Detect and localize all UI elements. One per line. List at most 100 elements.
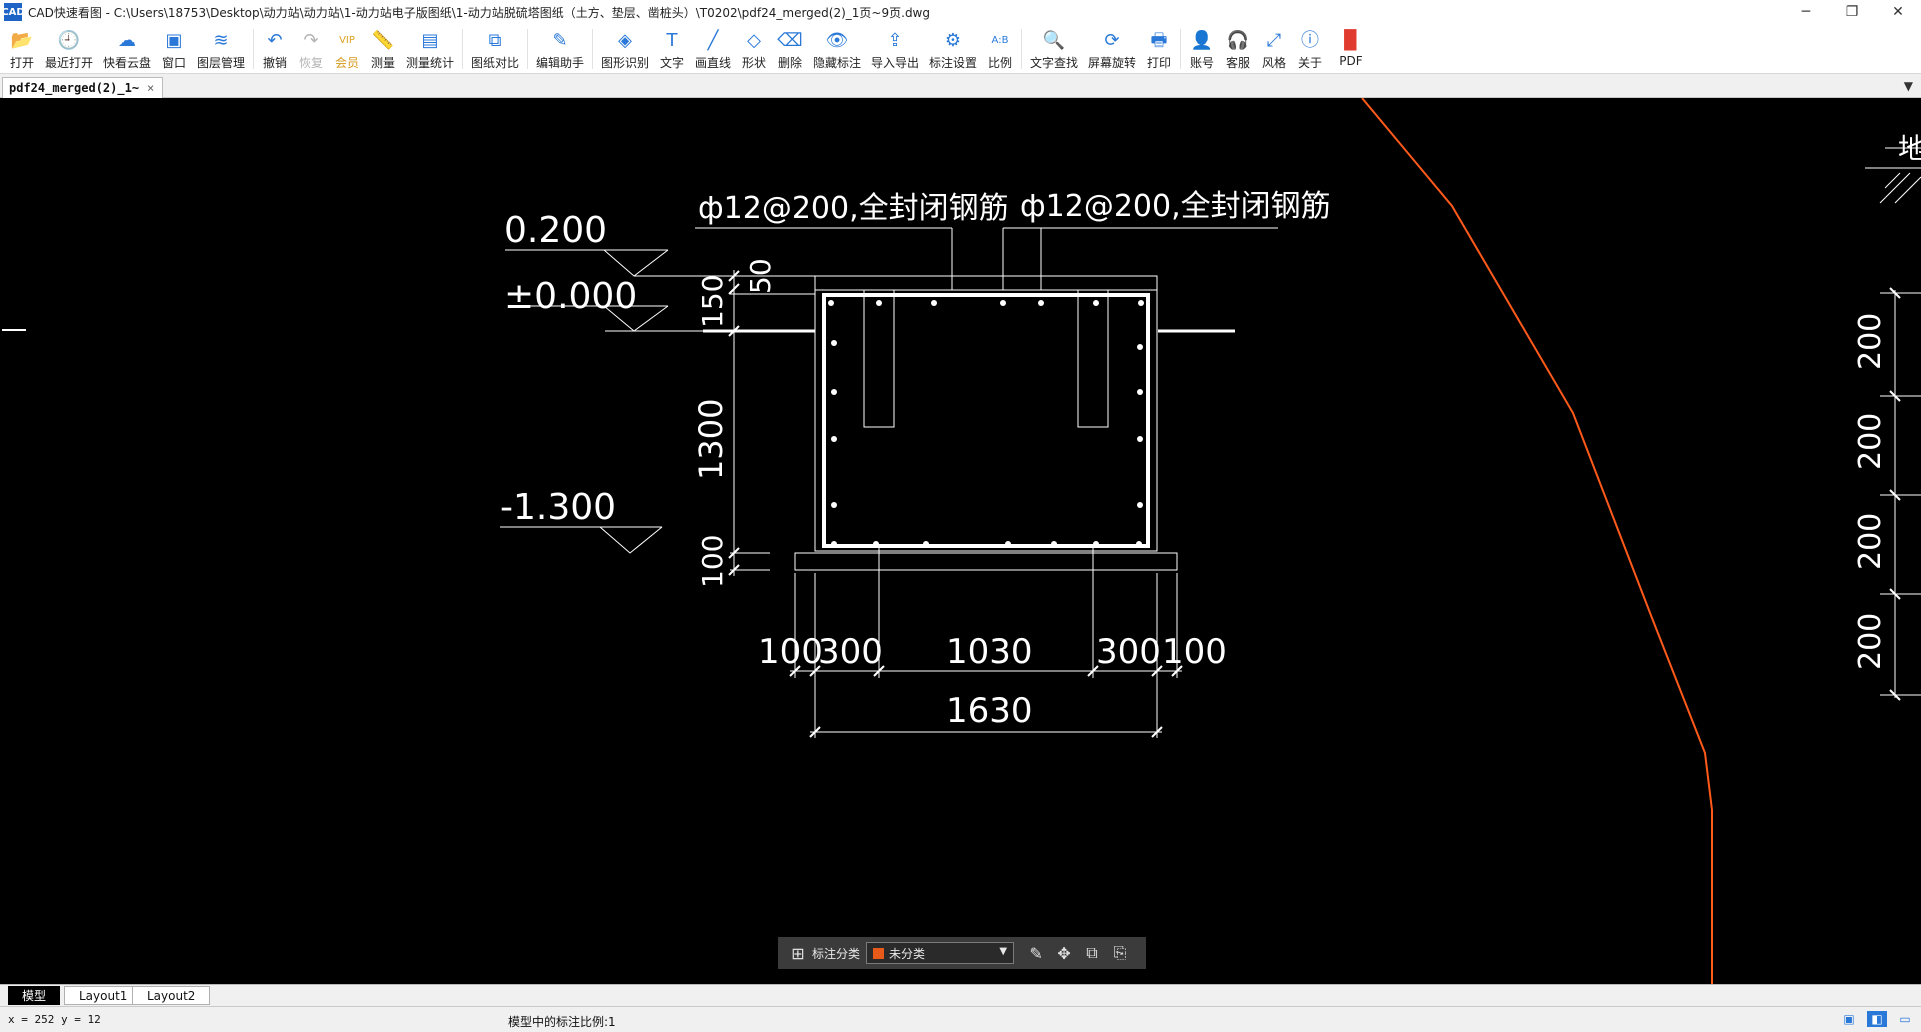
hide-annotations-icon: 👁 <box>825 30 849 51</box>
drawing-canvas[interactable]: ф12@200,全封闭钢筋 ф12@200,全封闭钢筋 0.200 ±0.000… <box>0 98 1921 984</box>
toolbar-measure-stats-button[interactable]: ▤ 测量统计 <box>401 24 459 74</box>
layout-icon[interactable]: ▭ <box>1895 1011 1915 1027</box>
toolbar-rotate-screen-button[interactable]: ⟳ 屏幕旋转 <box>1083 24 1141 74</box>
toolbar-scale-button[interactable]: A:B 比例 <box>982 24 1018 74</box>
redo-icon: ↷ <box>303 30 319 51</box>
toolbar-delete-button[interactable]: ⌫ 删除 <box>772 24 808 74</box>
text-icon: T <box>666 30 678 51</box>
post-right <box>1077 289 1109 428</box>
toolbar-pdf-button[interactable]: ▉ PDF <box>1328 24 1374 74</box>
dim-label-1630: 1630 <box>946 691 1033 731</box>
cursor-coordinates: x = 252 y = 12 <box>8 1013 101 1026</box>
toolbar-label: 打印 <box>1146 56 1171 70</box>
snap-icon[interactable]: ▣ <box>1839 1011 1859 1027</box>
print-icon: 🖶 <box>1150 30 1168 51</box>
bottom-pad <box>794 552 1178 571</box>
edit-icon[interactable]: ✎ <box>1022 939 1050 967</box>
toolbar-separator <box>592 29 593 69</box>
app-logo-icon: CAD <box>1 3 25 21</box>
toolbar-compare-button[interactable]: ⧉ 图纸对比 <box>466 24 524 74</box>
copy-icon[interactable]: ⧉ <box>1078 939 1106 967</box>
edit-assistant-icon: ✎ <box>552 30 568 51</box>
toolbar-label: 导入导出 <box>870 56 919 70</box>
toolbar-label: 打开 <box>9 56 34 70</box>
style-icon: ⤢ <box>1266 30 1282 51</box>
toolbar-hide-annotations-button[interactable]: 👁 隐藏标注 <box>808 24 866 74</box>
toolbar-measure-button[interactable]: 📏 测量 <box>365 24 401 74</box>
tab-close-icon[interactable]: × <box>147 81 154 95</box>
elevation-zero-label: ±0.000 <box>504 276 637 317</box>
document-tab-label: pdf24_merged(2)_1~ <box>9 81 140 95</box>
toolbar-print-button[interactable]: 🖶 打印 <box>1141 24 1177 74</box>
toolbar-account-button[interactable]: 👤 账号 <box>1184 24 1220 74</box>
toolbar-separator <box>1180 29 1181 69</box>
dim-label-300-right-text: 300 <box>1096 632 1161 672</box>
rebar-dots <box>828 300 1144 547</box>
minimize-button[interactable]: ─ <box>1783 0 1829 24</box>
annotation-category-select[interactable]: 未分类 ▼ <box>866 942 1015 964</box>
toolbar-separator <box>1021 29 1022 69</box>
toolbar-find-text-button[interactable]: 🔍 文字查找 <box>1025 24 1083 74</box>
rotate-screen-icon: ⟳ <box>1104 30 1120 51</box>
vip-icon: VIP <box>339 35 355 46</box>
toolbar-layers-button[interactable]: ≋ 图层管理 <box>192 24 250 74</box>
maximize-button[interactable]: ❐ <box>1829 0 1875 24</box>
toolbar-label: 测量统计 <box>405 56 454 70</box>
toolbar-undo-button[interactable]: ↶ 撤销 <box>257 24 293 74</box>
right-partial-label: 地 <box>1898 132 1921 165</box>
toolbar-separator <box>527 29 528 69</box>
undo-icon: ↶ <box>267 30 283 51</box>
tab-layout1[interactable]: Layout1 <box>64 986 143 1005</box>
toolbar-annotation-settings-button[interactable]: ⚙ 标注设置 <box>924 24 982 74</box>
paste-icon[interactable]: ⎘ <box>1106 939 1134 967</box>
tab-model[interactable]: 模型 <box>8 986 61 1005</box>
tab-layout2[interactable]: Layout2 <box>132 986 211 1005</box>
toolbar-cloud-button[interactable]: ☁ 快看云盘 <box>98 24 156 74</box>
toolbar-label: 风格 <box>1261 56 1286 70</box>
status-icons: ▣ ◧ ▭ <box>1831 1011 1915 1027</box>
toolbar-vip-button[interactable]: VIP 会员 <box>329 24 365 74</box>
toolbar-text-button[interactable]: T 文字 <box>654 24 690 74</box>
hatch-2 <box>1894 176 1921 204</box>
recent-icon: 🕘 <box>57 30 81 51</box>
elev-bottom-triangle <box>599 526 663 554</box>
toolbar-support-button[interactable]: 🎧 客服 <box>1220 24 1256 74</box>
toolbar-shape-button[interactable]: ◇ 形状 <box>736 24 772 74</box>
support-icon: 🎧 <box>1226 30 1250 51</box>
dim-label-300-left: 300 <box>818 632 883 672</box>
toolbar-label: 画直线 <box>694 56 731 70</box>
annotation-scale-message: 模型中的标注比例:1 <box>508 1015 616 1029</box>
dim-label-1300: 1300 <box>692 399 730 480</box>
toolbar-draw-line-button[interactable]: ╱ 画直线 <box>690 24 736 74</box>
measure-stats-icon: ▤ <box>421 30 439 51</box>
toolbar-import-export-button[interactable]: ⇪ 导入导出 <box>866 24 924 74</box>
toolbar-label: 隐藏标注 <box>812 56 861 70</box>
toolbar-about-button[interactable]: ⓘ 关于 <box>1292 24 1328 74</box>
ortho-icon[interactable]: ◧ <box>1867 1011 1887 1027</box>
elevation-top-label: 0.200 <box>504 210 607 251</box>
grid-icon[interactable]: ⊞ <box>784 939 812 967</box>
layout-tab-bar: 模型 Layout1 Layout2 <box>0 984 1921 1006</box>
tab-menu-icon[interactable]: ▼ <box>1904 79 1913 93</box>
toolbar-label: 图形识别 <box>600 56 649 70</box>
elev-top-triangle <box>603 249 669 277</box>
toolbar-style-button[interactable]: ⤢ 风格 <box>1256 24 1292 74</box>
window-icon: ▣ <box>165 30 183 51</box>
rebar-label-right: ф12@200,全封闭钢筋 <box>1020 189 1331 224</box>
toolbar-edit-assistant-button[interactable]: ✎ 编辑助手 <box>531 24 589 74</box>
close-button[interactable]: ✕ <box>1875 0 1921 24</box>
toolbar-shape-recognition-button[interactable]: ◈ 图形识别 <box>596 24 654 74</box>
toolbar-separator <box>462 29 463 69</box>
toolbar-redo-button[interactable]: ↷ 恢复 <box>293 24 329 74</box>
layers-icon: ≋ <box>213 30 229 51</box>
toolbar-label: 编辑助手 <box>535 56 584 70</box>
toolbar-recent-button[interactable]: 🕘 最近打开 <box>40 24 98 74</box>
measure-icon: 📏 <box>371 30 395 51</box>
toolbar-open-button[interactable]: 📂 打开 <box>4 24 40 74</box>
document-tab[interactable]: pdf24_merged(2)_1~ × <box>2 77 164 98</box>
dim-label-100-right: 100 <box>1162 632 1227 672</box>
import-export-icon: ⇪ <box>887 30 903 51</box>
toolbar-window-button[interactable]: ▣ 窗口 <box>156 24 192 74</box>
dim-label-100-vertical: 100 <box>696 535 729 588</box>
move-icon[interactable]: ✥ <box>1050 939 1078 967</box>
